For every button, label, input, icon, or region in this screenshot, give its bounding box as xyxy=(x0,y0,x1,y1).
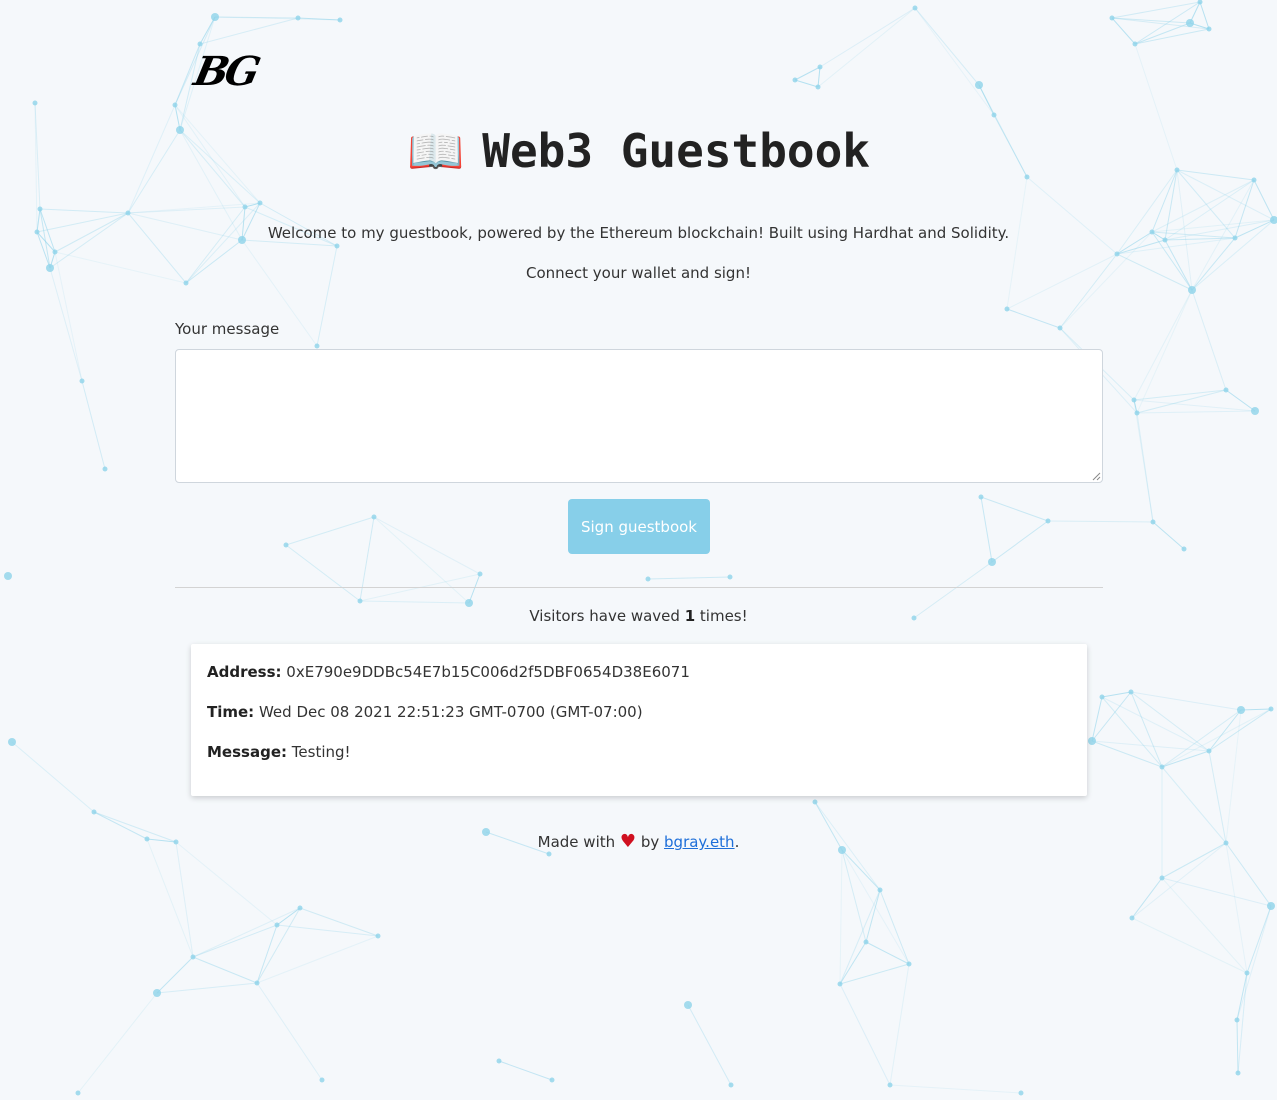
divider xyxy=(175,587,1103,588)
connect-prompt: Connect your wallet and sign! xyxy=(526,264,751,282)
entry-message-row: Message: Testing! xyxy=(207,743,351,761)
entry-address-row: Address: 0xE790e9DDBc54E7b15C006d2f5DBF0… xyxy=(207,663,690,681)
entry-message: Testing! xyxy=(291,743,351,761)
footer-prefix: Made with xyxy=(537,833,616,851)
entry-address: 0xE790e9DDBc54E7b15C006d2f5DBF0654D38E60… xyxy=(286,663,690,681)
wave-count-prefix: Visitors have waved xyxy=(529,607,680,625)
wave-count-value: 1 xyxy=(684,607,696,625)
sign-guestbook-button[interactable]: Sign guestbook xyxy=(568,499,710,554)
resize-handle-icon[interactable] xyxy=(1092,472,1101,481)
logo: BG xyxy=(190,48,261,95)
message-label: Your message xyxy=(175,320,280,338)
wave-count-suffix: times! xyxy=(699,607,748,625)
guestbook-entry: Address: 0xE790e9DDBc54E7b15C006d2f5DBF0… xyxy=(191,644,1087,796)
entry-message-label: Message: xyxy=(207,743,287,761)
entry-time-row: Time: Wed Dec 08 2021 22:51:23 GMT-0700 … xyxy=(207,703,643,721)
page-title-text: Web3 Guestbook xyxy=(482,124,870,178)
entry-time-label: Time: xyxy=(207,703,255,721)
entry-time: Wed Dec 08 2021 22:51:23 GMT-0700 (GMT-0… xyxy=(258,703,643,721)
author-link[interactable]: bgray.eth xyxy=(664,833,735,851)
footer: Made with ♥ by bgray.eth. xyxy=(0,831,1277,852)
page-title: 📖 Web3 Guestbook xyxy=(0,124,1277,179)
heart-icon: ♥ xyxy=(619,831,637,852)
open-book-icon: 📖 xyxy=(406,124,465,178)
wave-count: Visitors have waved 1 times! xyxy=(0,607,1277,625)
message-input[interactable] xyxy=(175,349,1103,483)
intro-text: Welcome to my guestbook, powered by the … xyxy=(267,224,1010,242)
footer-by: by xyxy=(640,833,660,851)
entry-address-label: Address: xyxy=(207,663,282,681)
footer-suffix: . xyxy=(734,833,740,851)
